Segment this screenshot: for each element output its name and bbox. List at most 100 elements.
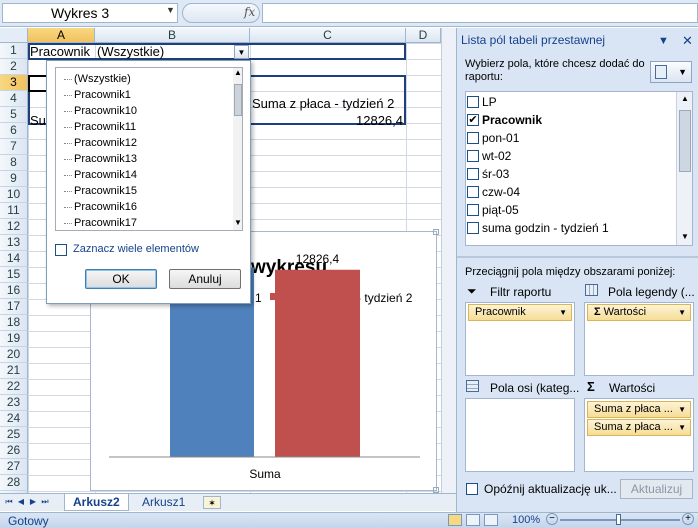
filter-dropdown-button[interactable]: ▼ xyxy=(234,45,249,59)
row-header[interactable]: 11 xyxy=(0,203,28,219)
chevron-down-icon[interactable]: ▼ xyxy=(559,305,567,320)
column-header-d[interactable]: D xyxy=(406,28,441,43)
column-header-a[interactable]: A xyxy=(28,28,95,43)
filter-list-item[interactable]: Pracownik17 xyxy=(62,215,137,230)
zoom-in-icon[interactable]: + xyxy=(682,513,694,525)
column-header-b[interactable]: B xyxy=(95,28,250,43)
chart-resize-handle[interactable] xyxy=(433,229,439,235)
row-header[interactable]: 23 xyxy=(0,395,28,411)
filter-list-item[interactable]: Pracownik13 xyxy=(62,151,137,167)
legend-field-pill[interactable]: Σ Wartości ▼ xyxy=(587,304,691,321)
filter-list-item[interactable]: Pracownik16 xyxy=(62,199,137,215)
row-header[interactable]: 24 xyxy=(0,411,28,427)
formula-input[interactable] xyxy=(262,3,698,23)
scroll-thumb[interactable] xyxy=(234,84,242,116)
filter-list-item[interactable]: Pracownik15 xyxy=(62,183,137,199)
field-list-scrollbar[interactable]: ▲ ▼ xyxy=(676,92,692,245)
scroll-down-icon[interactable]: ▼ xyxy=(677,232,693,241)
field-checkbox[interactable] xyxy=(467,186,479,198)
field-list-item[interactable]: LP xyxy=(467,93,672,111)
select-all-corner[interactable] xyxy=(0,28,28,43)
row-header[interactable]: 22 xyxy=(0,379,28,395)
value-field-pill[interactable]: Suma z płaca ... ▼ xyxy=(587,401,691,418)
filter-field-pill[interactable]: Pracownik ▼ xyxy=(468,304,572,321)
field-checkbox[interactable] xyxy=(467,222,479,234)
axis-fields-zone[interactable] xyxy=(465,398,575,472)
row-header[interactable]: 19 xyxy=(0,331,28,347)
zoom-slider-thumb[interactable] xyxy=(616,514,621,525)
multi-select-checkbox[interactable] xyxy=(55,244,67,256)
insert-function-icon[interactable]: fx xyxy=(244,5,255,19)
field-list-item[interactable]: ✔ Pracownik xyxy=(467,111,672,129)
field-list-item[interactable]: suma godzin - tydzień 1 xyxy=(467,219,672,237)
field-checkbox[interactable] xyxy=(467,150,479,162)
row-header[interactable]: 7 xyxy=(0,139,28,155)
field-checkbox[interactable] xyxy=(467,168,479,180)
ok-button[interactable]: OK xyxy=(85,269,157,289)
row-header[interactable]: 3 xyxy=(0,75,28,91)
insert-sheet-icon[interactable]: ✶ xyxy=(203,496,221,509)
scroll-up-icon[interactable]: ▲ xyxy=(677,94,693,103)
row-header[interactable]: 26 xyxy=(0,443,28,459)
field-list-item[interactable]: wt-02 xyxy=(467,147,672,165)
field-list-item[interactable]: pon-01 xyxy=(467,129,672,147)
row-header[interactable]: 10 xyxy=(0,187,28,203)
column-header-c[interactable]: C xyxy=(250,28,406,43)
field-list-item[interactable]: piąt-05 xyxy=(467,201,672,219)
defer-update-checkbox[interactable] xyxy=(466,483,478,495)
field-checkbox[interactable] xyxy=(467,132,479,144)
row-header[interactable]: 5 xyxy=(0,107,28,123)
row-header[interactable]: 8 xyxy=(0,155,28,171)
scroll-up-icon[interactable]: ▲ xyxy=(233,68,242,80)
filter-list-item[interactable]: Pracownik1 xyxy=(62,87,131,103)
value-field-pill[interactable]: Suma z płaca ... ▼ xyxy=(587,419,691,436)
name-box[interactable]: Wykres 3 xyxy=(2,3,178,23)
filter-list-item[interactable]: Pracownik11 xyxy=(62,119,136,135)
update-button[interactable]: Aktualizuj xyxy=(620,479,693,499)
row-header[interactable]: 6 xyxy=(0,123,28,139)
scroll-down-icon[interactable]: ▼ xyxy=(233,218,242,230)
filter-list-scrollbar[interactable]: ▲ ▼ xyxy=(233,68,242,230)
page-layout-view-icon[interactable] xyxy=(466,514,480,526)
row-header[interactable]: 21 xyxy=(0,363,28,379)
cell-c5[interactable]: 12826,4 xyxy=(252,113,403,128)
close-icon[interactable]: ✕ xyxy=(682,33,693,49)
zoom-out-icon[interactable]: − xyxy=(546,513,558,525)
row-header[interactable]: 17 xyxy=(0,299,28,315)
field-checkbox[interactable] xyxy=(467,96,479,108)
chevron-down-icon[interactable]: ▼ xyxy=(678,305,686,320)
prev-sheet-icon[interactable]: ◀ xyxy=(16,496,26,508)
first-sheet-icon[interactable]: ⏮ xyxy=(4,496,14,508)
vertical-scrollbar[interactable] xyxy=(441,28,456,494)
filter-list-item[interactable]: Pracownik14 xyxy=(62,167,137,183)
tab-arkusz1[interactable]: Arkusz1 xyxy=(134,494,193,511)
cell-a1[interactable]: Pracownik xyxy=(30,44,94,59)
zoom-level[interactable]: 100% xyxy=(512,514,540,526)
chevron-down-icon[interactable]: ▼ xyxy=(678,402,686,417)
cancel-button[interactable]: Anuluj xyxy=(169,269,241,289)
tab-arkusz2[interactable]: Arkusz2 xyxy=(64,494,129,511)
chevron-down-icon[interactable]: ▼ xyxy=(678,420,686,435)
row-header[interactable]: 15 xyxy=(0,267,28,283)
row-header[interactable]: 20 xyxy=(0,347,28,363)
filter-item-list[interactable]: (Wszystkie) Pracownik1 Pracownik10 Pracowni… xyxy=(55,67,243,231)
row-header[interactable]: 1 xyxy=(0,43,28,59)
filter-list-item[interactable]: (Wszystkie) xyxy=(62,71,131,87)
row-header[interactable]: 4 xyxy=(0,91,28,107)
field-list-item[interactable]: śr-03 xyxy=(467,165,672,183)
row-header[interactable]: 18 xyxy=(0,315,28,331)
filter-list-item[interactable]: Pracownik10 xyxy=(62,103,137,119)
row-header[interactable]: 16 xyxy=(0,283,28,299)
row-header[interactable]: 14 xyxy=(0,251,28,267)
scroll-thumb[interactable] xyxy=(679,110,691,172)
filter-list-item[interactable]: Pracownik12 xyxy=(62,135,137,151)
cell-b1[interactable]: (Wszystkie) xyxy=(97,44,237,59)
row-header[interactable]: 27 xyxy=(0,459,28,475)
normal-view-icon[interactable] xyxy=(448,514,462,526)
panel-splitter[interactable] xyxy=(457,256,698,258)
row-header[interactable]: 25 xyxy=(0,427,28,443)
row-header[interactable]: 9 xyxy=(0,171,28,187)
row-header[interactable]: 13 xyxy=(0,235,28,251)
field-checkbox[interactable] xyxy=(467,204,479,216)
panel-menu-icon[interactable]: ▼ xyxy=(658,35,669,47)
